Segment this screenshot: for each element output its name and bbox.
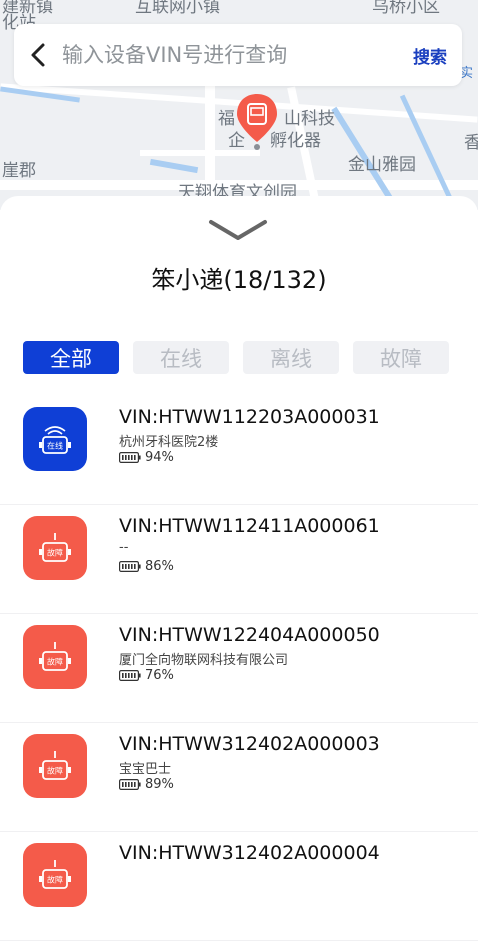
vin-label: VIN:HTWW112411A000061 — [119, 515, 380, 537]
robot-icon: 故障 — [23, 516, 87, 580]
search-input[interactable] — [62, 43, 398, 67]
battery-percent: 86% — [145, 559, 174, 574]
list-item[interactable]: 故障 VIN:HTWW122404A000050 厦门全向物联网科技有限公司 7… — [0, 614, 478, 723]
map-label: 乌桥小区 — [372, 0, 440, 17]
battery-percent: 76% — [145, 668, 174, 683]
location-label: 宝宝巴士 — [119, 762, 172, 777]
location-label: -- — [119, 540, 129, 555]
battery-status: 94% — [119, 450, 174, 465]
status-tabs: 全部 在线 离线 故障 — [23, 341, 453, 374]
location-label: 厦门全向物联网科技有限公司 — [119, 653, 289, 668]
tab-fault[interactable]: 故障 — [353, 341, 449, 374]
collapse-button[interactable] — [205, 214, 271, 244]
search-button[interactable]: 搜索 — [398, 24, 462, 86]
battery-icon — [119, 670, 141, 681]
search-bar: 搜索 — [14, 24, 462, 86]
device-list: 在线 VIN:HTWW112203A000031 杭州牙科医院2楼 94% 故障… — [0, 396, 478, 941]
battery-percent: 89% — [145, 777, 174, 792]
battery-status: 76% — [119, 668, 174, 683]
battery-percent: 94% — [145, 450, 174, 465]
battery-icon — [119, 561, 141, 572]
vin-label: VIN:HTWW112203A000031 — [119, 406, 380, 428]
battery-status: 86% — [119, 559, 174, 574]
tab-offline[interactable]: 离线 — [243, 341, 339, 374]
battery-icon — [119, 779, 141, 790]
robot-icon: 故障 — [23, 734, 87, 798]
list-item[interactable]: 在线 VIN:HTWW112203A000031 杭州牙科医院2楼 94% — [0, 396, 478, 505]
list-item[interactable]: 故障 VIN:HTWW312402A000003 宝宝巴士 89% — [0, 723, 478, 832]
map-label: 互联网小镇 — [135, 0, 220, 17]
robot-icon: 故障 — [23, 625, 87, 689]
status-label: 故障 — [47, 657, 63, 667]
status-label: 故障 — [47, 766, 63, 776]
list-item[interactable]: 故障 VIN:HTWW312402A000004 — [0, 832, 478, 941]
location-label: 杭州牙科医院2楼 — [119, 435, 219, 450]
tab-online[interactable]: 在线 — [133, 341, 229, 374]
location-pin-icon[interactable] — [234, 92, 280, 152]
list-item[interactable]: 故障 VIN:HTWW112411A000061 -- 86% — [0, 505, 478, 614]
status-label: 故障 — [47, 548, 63, 558]
battery-status: 89% — [119, 777, 174, 792]
robot-icon: 故障 — [23, 843, 87, 907]
chevron-left-icon — [31, 43, 45, 67]
robot-icon: 在线 — [23, 407, 87, 471]
map-label: 崖郡 — [2, 161, 36, 181]
status-label: 在线 — [47, 441, 63, 451]
back-button[interactable] — [14, 24, 62, 86]
status-label: 故障 — [47, 875, 63, 885]
vin-label: VIN:HTWW122404A000050 — [119, 624, 380, 646]
map-label: 金山雅园 — [348, 155, 416, 175]
chevron-down-icon — [209, 220, 267, 240]
vin-label: VIN:HTWW312402A000003 — [119, 733, 380, 755]
map-label: 香 — [464, 133, 478, 153]
battery-icon — [119, 452, 141, 463]
vin-label: VIN:HTWW312402A000004 — [119, 842, 380, 864]
sheet-title: 笨小递(18/132) — [151, 266, 327, 294]
tab-all[interactable]: 全部 — [23, 341, 119, 374]
device-sheet: 笨小递(18/132) 全部 在线 离线 故障 在线 VIN:HTWW11220… — [0, 196, 478, 941]
